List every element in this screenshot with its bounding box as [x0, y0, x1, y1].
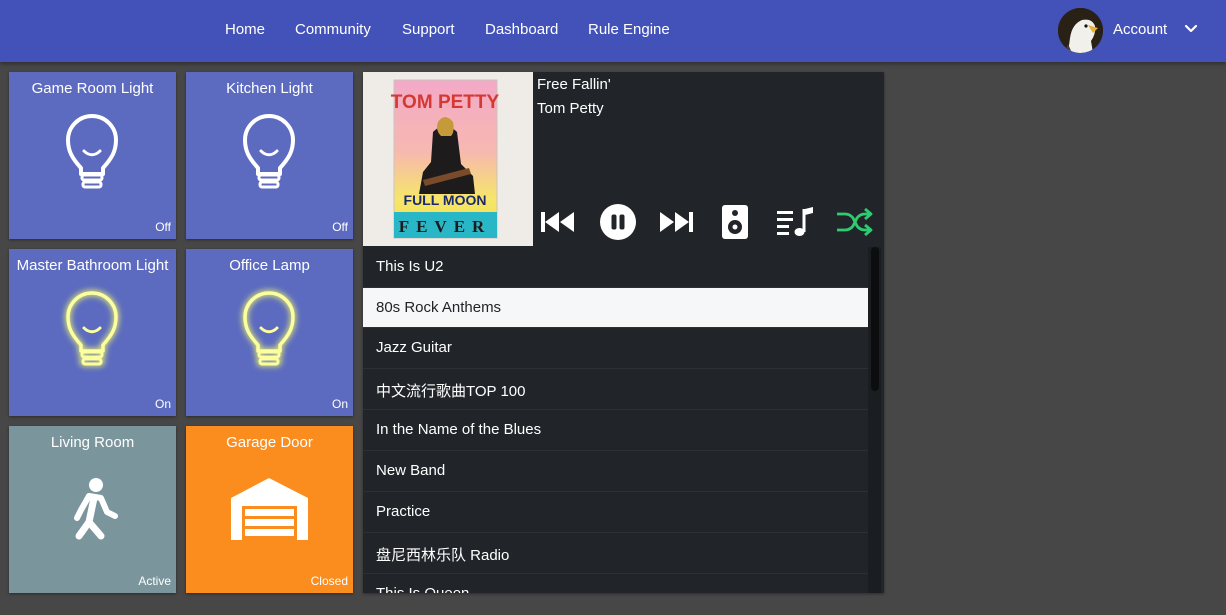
nav-rule-engine-link[interactable]: Rule Engine [588, 21, 670, 38]
playlist-item-selected[interactable]: 80s Rock Anthems [363, 288, 868, 328]
tile-title: Game Room Light [31, 80, 154, 97]
eagle-avatar-icon [1058, 8, 1103, 53]
tile-living-room[interactable]: Living Room Active [9, 426, 176, 593]
nav-support-link[interactable]: Support [402, 21, 455, 38]
playlist-item[interactable]: New Band [363, 451, 868, 492]
tile-garage-door[interactable]: Garage Door Closed [186, 426, 353, 593]
track-artist: Tom Petty [537, 100, 604, 117]
album-title-text: FULL MOON [404, 192, 487, 208]
album-subtitle-text: FEVER [399, 217, 492, 236]
lightbulb-icon [243, 114, 295, 189]
tile-title: Master Bathroom Light [16, 257, 169, 274]
playlist-item[interactable]: In the Name of the Blues [363, 410, 868, 451]
shuffle-icon[interactable] [835, 204, 873, 240]
chevron-down-icon[interactable] [1184, 24, 1198, 34]
walking-person-icon [74, 478, 118, 540]
previous-icon[interactable] [539, 204, 577, 240]
lightbulb-icon [66, 114, 118, 189]
account-label[interactable]: Account [1113, 21, 1167, 38]
top-navbar: Home Community Support Dashboard Rule En… [0, 0, 1226, 62]
tile-status: Closed [310, 574, 348, 588]
nav-community-link[interactable]: Community [295, 21, 371, 38]
track-title: Free Fallin' [537, 76, 611, 93]
nav-home-link[interactable]: Home [225, 21, 265, 38]
playlist-scrollbar[interactable] [868, 247, 881, 593]
lightbulb-glowing-icon [241, 290, 297, 367]
album-art: TOM PETTY FULL MOON FEVER [363, 72, 533, 246]
tile-status: Active [138, 574, 171, 588]
music-player: TOM PETTY FULL MOON FEVER Free Fallin' T… [363, 72, 884, 593]
tile-status: On [331, 397, 348, 411]
queue-icon[interactable] [775, 204, 815, 240]
next-icon[interactable] [657, 204, 695, 240]
garage-icon [231, 478, 308, 540]
playlist-item[interactable]: 中文流行歌曲TOP 100 [363, 369, 868, 410]
album-artist-text: TOM PETTY [391, 92, 500, 113]
tile-kitchen-light[interactable]: Kitchen Light Off [186, 72, 353, 239]
tile-title: Garage Door [226, 434, 313, 451]
scrollbar-thumb[interactable] [871, 247, 879, 391]
pause-icon[interactable] [599, 204, 637, 240]
nav-dashboard-link[interactable]: Dashboard [485, 21, 558, 38]
playlist-item[interactable]: Jazz Guitar [363, 328, 868, 369]
lightbulb-glowing-icon [64, 290, 120, 367]
album-cover-image: TOM PETTY FULL MOON FEVER [363, 72, 533, 246]
playlist-item[interactable]: This Is Queen [363, 574, 868, 593]
tile-status: On [154, 397, 171, 411]
playlist-list: This Is U2 80s Rock Anthems Jazz Guitar … [363, 247, 868, 593]
playlist-item[interactable]: This Is U2 [363, 247, 868, 288]
tile-master-bathroom-light[interactable]: Master Bathroom Light On [9, 249, 176, 416]
tile-office-lamp[interactable]: Office Lamp On [186, 249, 353, 416]
tile-title: Living Room [50, 434, 135, 451]
speaker-icon[interactable] [720, 204, 750, 240]
tile-title: Office Lamp [229, 257, 310, 274]
tile-status: Off [332, 220, 348, 234]
tile-game-room-light[interactable]: Game Room Light Off [9, 72, 176, 239]
tile-status: Off [155, 220, 171, 234]
tile-title: Kitchen Light [226, 80, 313, 97]
playlist-item[interactable]: Practice [363, 492, 868, 533]
avatar[interactable] [1058, 8, 1103, 53]
playlist-item[interactable]: 盘尼西林乐队 Radio [363, 533, 868, 574]
